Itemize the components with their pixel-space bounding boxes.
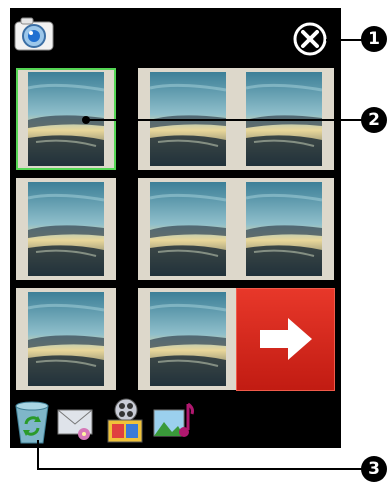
landscape-photo (138, 178, 238, 280)
recycle-bin-icon (15, 401, 49, 444)
next-button[interactable] (236, 288, 335, 391)
camera-button[interactable] (12, 14, 56, 54)
close-icon (293, 22, 327, 56)
callout-2-label: 2 (361, 107, 387, 133)
recycle-bin-button[interactable] (10, 396, 54, 446)
close-button[interactable] (292, 21, 328, 57)
landscape-photo (16, 178, 116, 280)
photo-thumbnail[interactable] (138, 178, 238, 280)
photo-thumbnail[interactable] (138, 288, 238, 390)
landscape-photo (16, 288, 116, 390)
callout-2-line (86, 119, 364, 121)
camera-gallery-screen (10, 8, 341, 448)
email-button[interactable] (54, 396, 98, 446)
landscape-photo (234, 178, 334, 280)
photo-thumbnail[interactable] (234, 178, 334, 280)
picture-music-icon (153, 402, 194, 437)
callout-1-label: 1 (361, 26, 387, 52)
callout-3-vline (37, 440, 39, 470)
slideshow-icon (107, 398, 143, 443)
callout-3-label: 3 (361, 456, 387, 482)
callout-3-hline (37, 468, 364, 470)
camera-icon (14, 17, 54, 51)
picture-music-button[interactable] (150, 396, 194, 446)
envelope-icon (57, 409, 93, 440)
top-bar (10, 8, 341, 68)
landscape-photo (138, 288, 238, 390)
photo-thumbnail[interactable] (16, 178, 116, 280)
arrow-right-icon (260, 318, 312, 360)
callout-1-line (326, 39, 364, 41)
slideshow-button[interactable] (102, 396, 146, 446)
bottom-toolbar (10, 396, 341, 448)
photo-thumbnail[interactable] (16, 288, 116, 390)
